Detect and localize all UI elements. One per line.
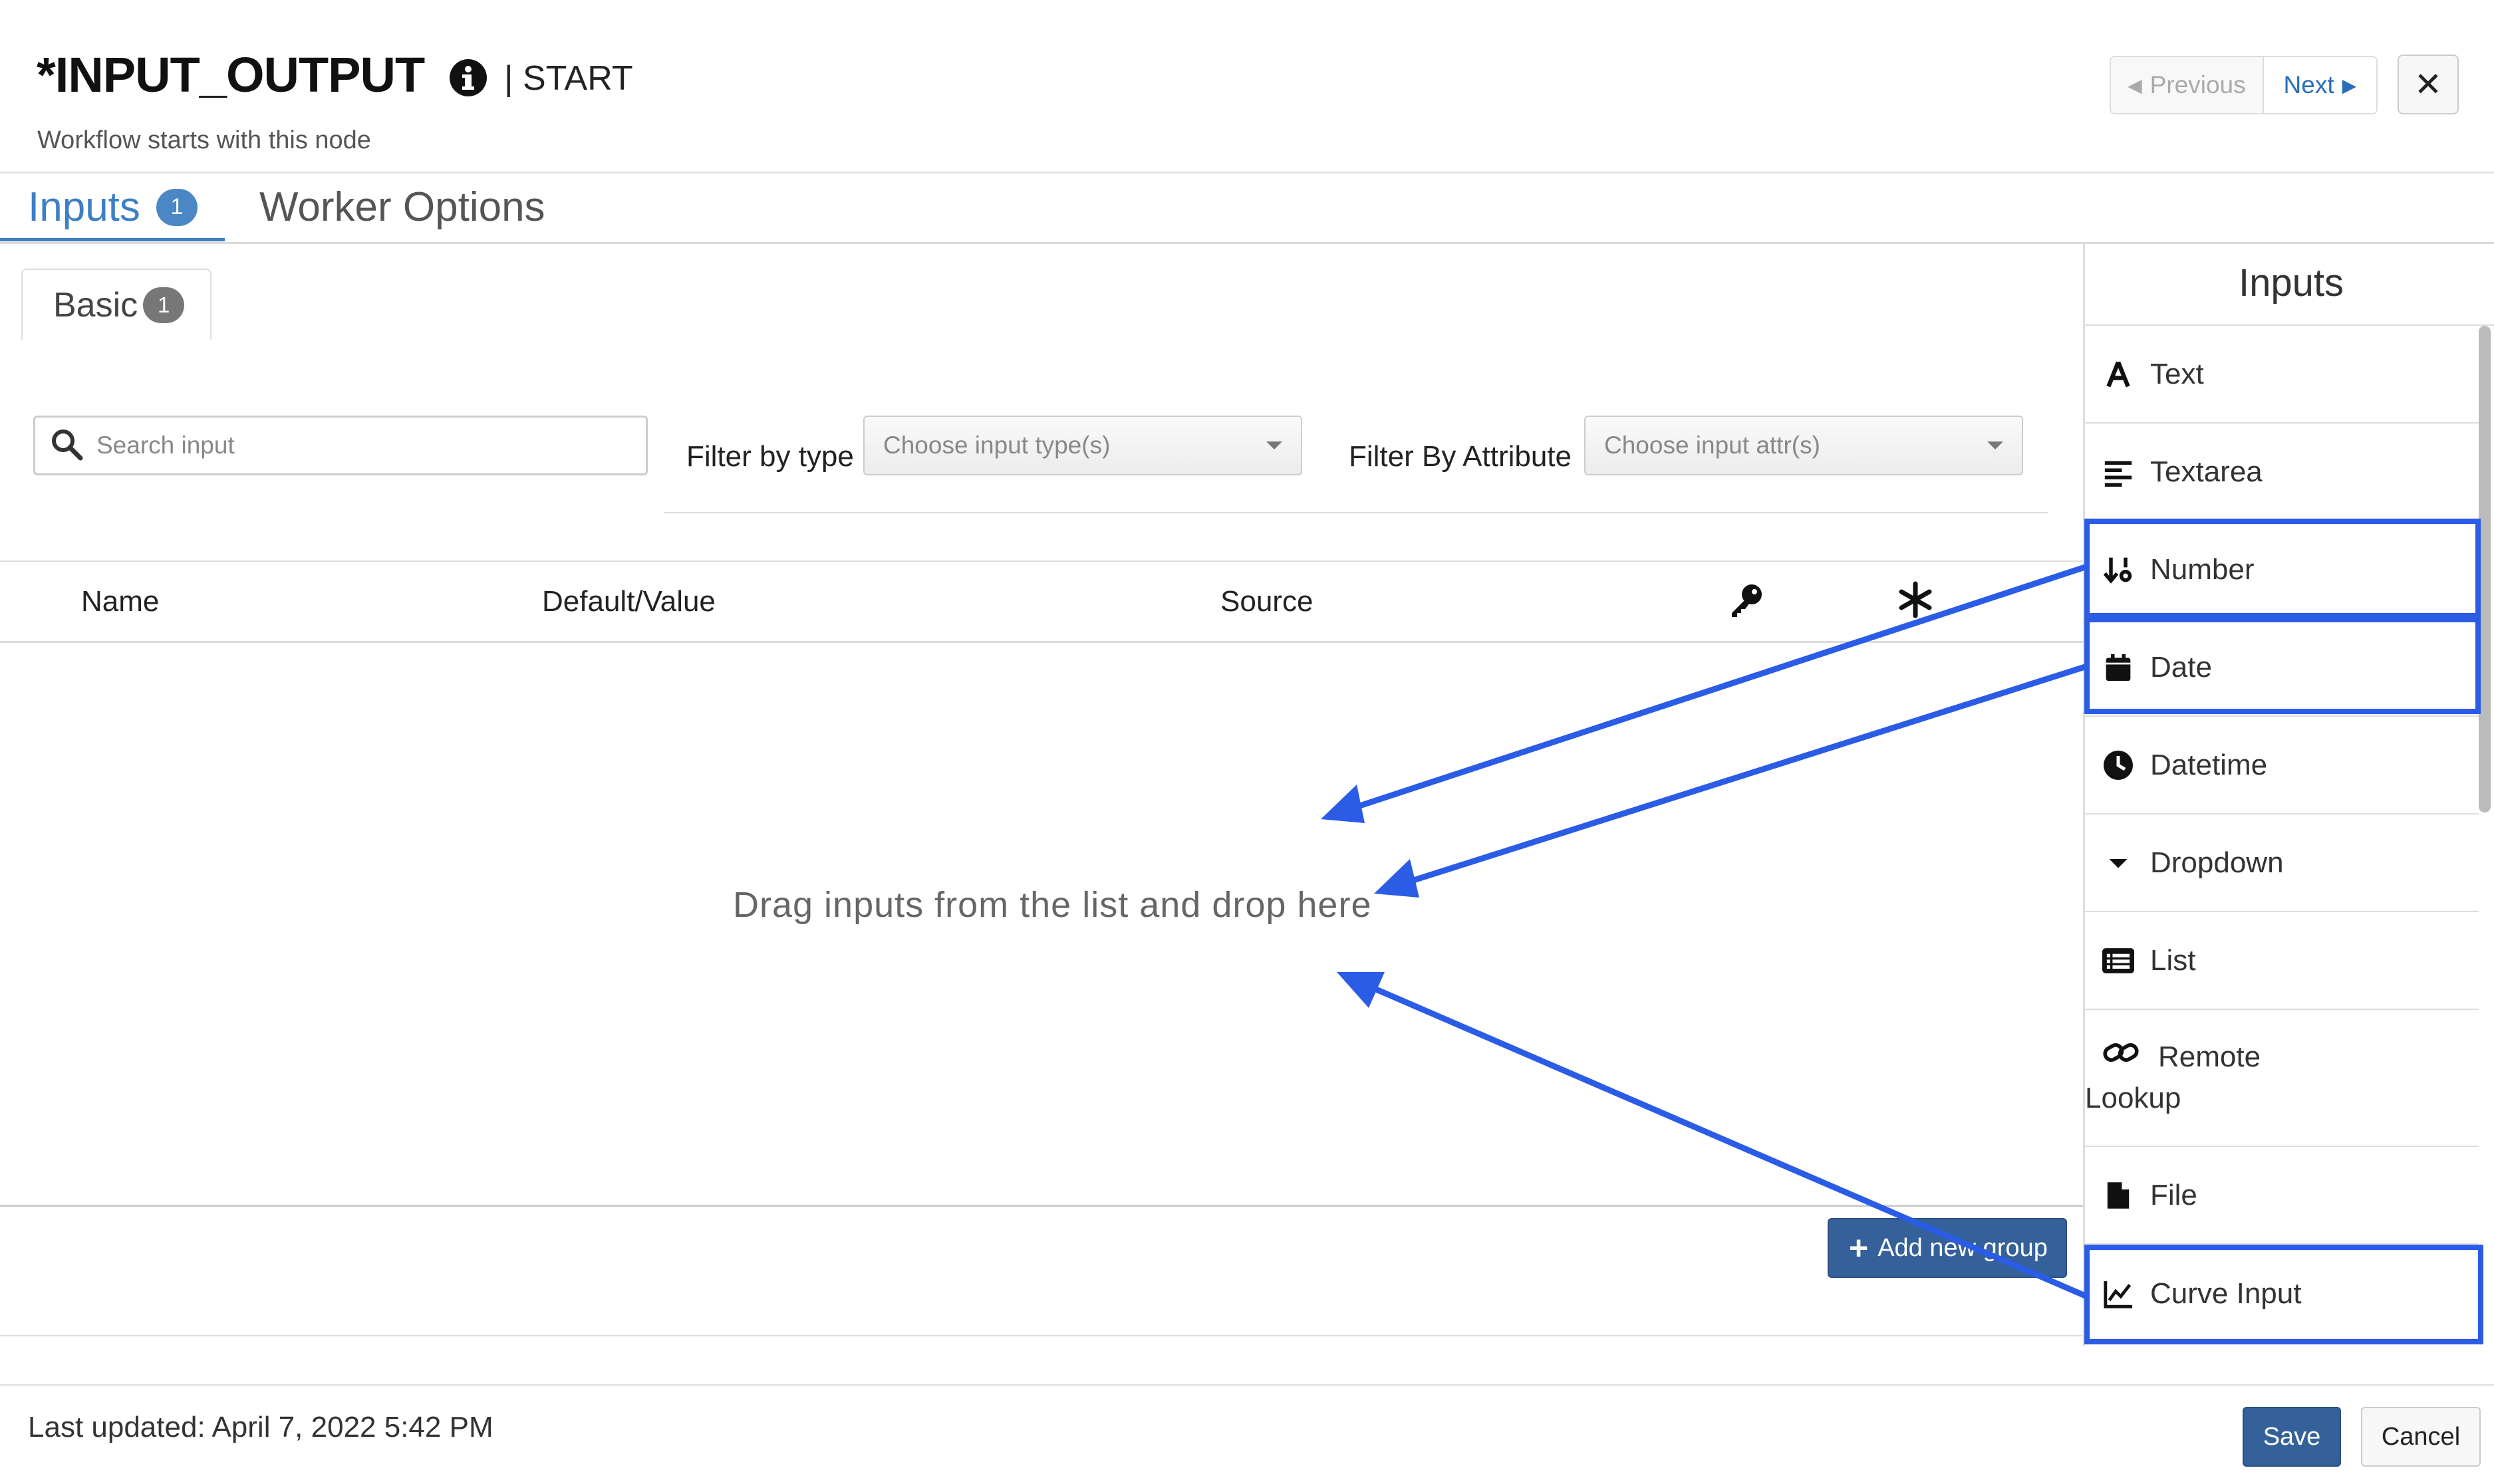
input-type-textarea[interactable]: Textarea — [2085, 424, 2479, 521]
chevron-down-icon — [1266, 441, 1282, 449]
input-type-label: Remote Lookup — [2085, 1041, 2261, 1114]
inputs-count-badge: 1 — [156, 188, 198, 226]
highlight-curve-input — [2084, 1245, 2483, 1344]
table-header-top-border — [0, 560, 2083, 562]
caret-down-icon — [2102, 847, 2134, 879]
pager: ◀ Previous Next ▶ — [2110, 56, 2378, 114]
footer-divider — [0, 1384, 2494, 1386]
page-subtitle: Workflow starts with this node — [37, 126, 371, 154]
plus-icon: + — [1849, 1229, 1869, 1267]
input-type-label: Text — [2150, 357, 2204, 390]
column-header-name[interactable]: Name — [81, 585, 159, 618]
panel-title: Inputs — [2239, 261, 2344, 305]
input-type-list[interactable]: List — [2085, 912, 2479, 1010]
drop-zone-text: Drag inputs from the list and drop here — [733, 885, 1372, 925]
caret-left-icon: ◀ — [2128, 74, 2142, 96]
last-updated-text: Last updated: April 7, 2022 5:42 PM — [28, 1411, 493, 1443]
table-header-bottom-border — [0, 641, 2083, 643]
search-box — [33, 416, 648, 475]
cancel-button[interactable]: Cancel — [2361, 1407, 2481, 1467]
previous-button[interactable]: ◀ Previous — [2111, 57, 2264, 113]
arrow-date — [1395, 663, 2088, 889]
close-icon: ✕ — [2414, 66, 2442, 103]
input-type-datetime[interactable]: Datetime — [2085, 717, 2479, 814]
input-type-label: File — [2150, 1178, 2197, 1211]
next-label: Next — [2283, 71, 2334, 98]
filter-type-select[interactable]: Choose input type(s) — [863, 416, 1302, 475]
highlight-date — [2084, 617, 2481, 714]
arrowhead-curve — [1337, 972, 1385, 1008]
arrow-number — [1342, 563, 2088, 814]
input-type-label: Textarea — [2150, 455, 2263, 488]
input-type-dropdown[interactable]: Dropdown — [2085, 814, 2479, 912]
arrowhead-number — [1321, 785, 1365, 823]
font-icon — [2102, 358, 2134, 390]
subtab-basic-label: Basic — [53, 286, 138, 324]
node-type-label: | START — [504, 59, 633, 98]
page-title: *INPUT_OUTPUT — [37, 47, 425, 102]
align-left-icon — [2102, 456, 2134, 488]
input-type-label: Dropdown — [2150, 846, 2284, 879]
filter-type-label: Filter by type — [686, 440, 854, 473]
clock-icon — [2102, 749, 2134, 781]
group-divider — [0, 1205, 2083, 1207]
input-type-label: List — [2150, 943, 2196, 977]
input-type-label: Datetime — [2150, 748, 2268, 781]
list-icon — [2102, 945, 2134, 977]
save-button[interactable]: Save — [2243, 1407, 2341, 1467]
filter-attr-select[interactable]: Choose input attr(s) — [1584, 416, 2023, 475]
highlight-number — [2084, 519, 2481, 618]
file-icon — [2102, 1179, 2134, 1211]
column-header-default-value[interactable]: Default/Value — [542, 585, 716, 618]
previous-label: Previous — [2149, 71, 2246, 98]
filters-divider — [664, 512, 2048, 513]
add-group-button[interactable]: + Add new group — [1828, 1218, 2067, 1278]
chevron-down-icon — [1987, 441, 2003, 449]
tabs-divider — [0, 242, 2494, 244]
basic-count-badge: 1 — [143, 287, 185, 323]
tab-worker-options[interactable]: Worker Options — [259, 184, 545, 231]
asterisk-icon — [1897, 581, 1934, 622]
subtab-basic[interactable]: Basic 1 — [21, 269, 211, 340]
search-icon — [50, 428, 83, 464]
caret-right-icon: ▶ — [2342, 74, 2357, 96]
header-divider — [0, 172, 2494, 174]
search-input[interactable] — [96, 432, 615, 459]
group-bottom-divider — [0, 1335, 2083, 1336]
column-header-source[interactable]: Source — [1220, 585, 1313, 618]
input-type-text[interactable]: Text — [2085, 326, 2479, 424]
arrowhead-date — [1374, 859, 1419, 898]
input-type-file[interactable]: File — [2085, 1147, 2479, 1245]
close-button[interactable]: ✕ — [2398, 55, 2459, 114]
info-icon[interactable] — [449, 59, 487, 97]
filter-attr-placeholder: Choose input attr(s) — [1604, 432, 1820, 459]
filter-attr-label: Filter By Attribute — [1349, 440, 1572, 473]
key-icon — [1728, 581, 1765, 622]
tab-inputs[interactable]: Inputs 1 — [28, 184, 198, 231]
active-tab-underline — [0, 238, 225, 241]
tab-inputs-label: Inputs — [28, 184, 140, 230]
filter-type-placeholder: Choose input type(s) — [883, 432, 1111, 459]
add-group-label: Add new group — [1877, 1233, 2048, 1262]
input-type-remote-lookup[interactable]: Remote Lookup — [2085, 1010, 2479, 1147]
next-button[interactable]: Next ▶ — [2263, 57, 2376, 113]
